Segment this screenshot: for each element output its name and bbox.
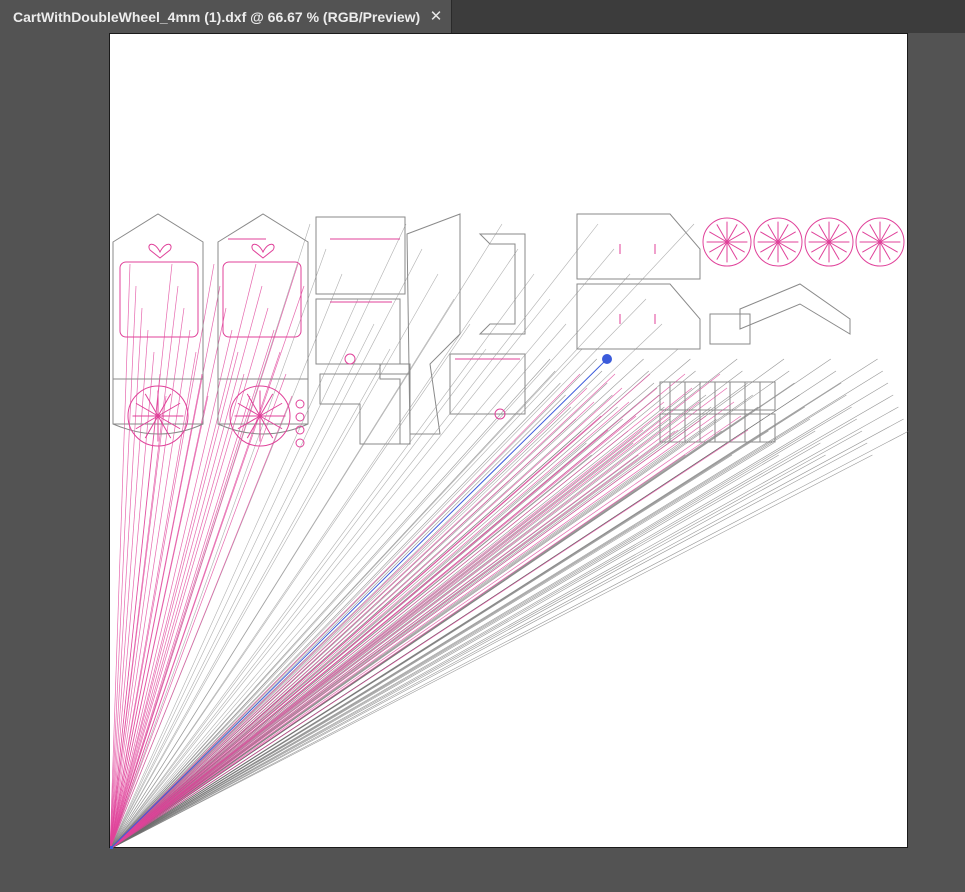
- c-bracket: [478, 233, 526, 335]
- ray-line: [110, 248, 519, 849]
- gear-small-parts: [709, 313, 751, 345]
- arc-piece-2: [576, 283, 701, 350]
- ray-line: [110, 263, 173, 849]
- ray-line: [110, 323, 567, 849]
- ray-line: [110, 358, 878, 849]
- ray-line: [110, 298, 359, 849]
- ray-line: [110, 415, 707, 849]
- heart-left: [148, 243, 172, 259]
- workspace-canvas[interactable]: [0, 33, 965, 892]
- dxf-drawing: [110, 213, 909, 849]
- ray-line: [110, 401, 700, 849]
- ray-line: [110, 373, 721, 849]
- heart-right: [251, 243, 275, 259]
- ray-line: [110, 401, 595, 849]
- ray-line: [110, 406, 899, 849]
- ray-line: [110, 248, 615, 849]
- tab-bar: CartWithDoubleWheel_4mm (1).dxf @ 66.67 …: [0, 0, 965, 33]
- ray-line: [110, 429, 679, 849]
- ray-line: [110, 387, 658, 849]
- ray-line: [110, 429, 644, 849]
- ray-line: [110, 415, 672, 849]
- ray-line: [110, 401, 735, 849]
- ray-line: [110, 429, 749, 849]
- origin-anchor[interactable]: [110, 846, 113, 849]
- ray-line: [110, 429, 714, 849]
- ray-line: [110, 406, 572, 849]
- ray-line: [110, 273, 631, 849]
- ray-line: [110, 373, 581, 849]
- artboard[interactable]: [109, 33, 909, 849]
- window-right: [222, 261, 302, 338]
- document-tab-title: CartWithDoubleWheel_4mm (1).dxf @ 66.67 …: [13, 8, 421, 25]
- ray-line: [110, 418, 904, 849]
- frame-piece-2: [319, 373, 411, 445]
- ray-line: [110, 430, 909, 849]
- ray-line: [110, 307, 185, 849]
- ray-line: [110, 401, 630, 849]
- arc-piece-1: [576, 213, 701, 280]
- window-left: [119, 261, 199, 338]
- roof-piece: [739, 283, 851, 335]
- ray-line: [110, 454, 779, 849]
- close-icon[interactable]: ✕: [427, 7, 445, 25]
- ray-line: [110, 273, 439, 849]
- document-tab[interactable]: CartWithDoubleWheel_4mm (1).dxf @ 66.67 …: [0, 0, 452, 33]
- ray-line: [110, 430, 863, 849]
- ray-line: [110, 370, 883, 849]
- ray-line: [110, 382, 561, 849]
- ray-line: [110, 382, 889, 849]
- strip-pieces: [659, 381, 776, 443]
- ray-line: [110, 370, 790, 849]
- ray-line: [110, 387, 693, 849]
- ray-line: [110, 358, 831, 849]
